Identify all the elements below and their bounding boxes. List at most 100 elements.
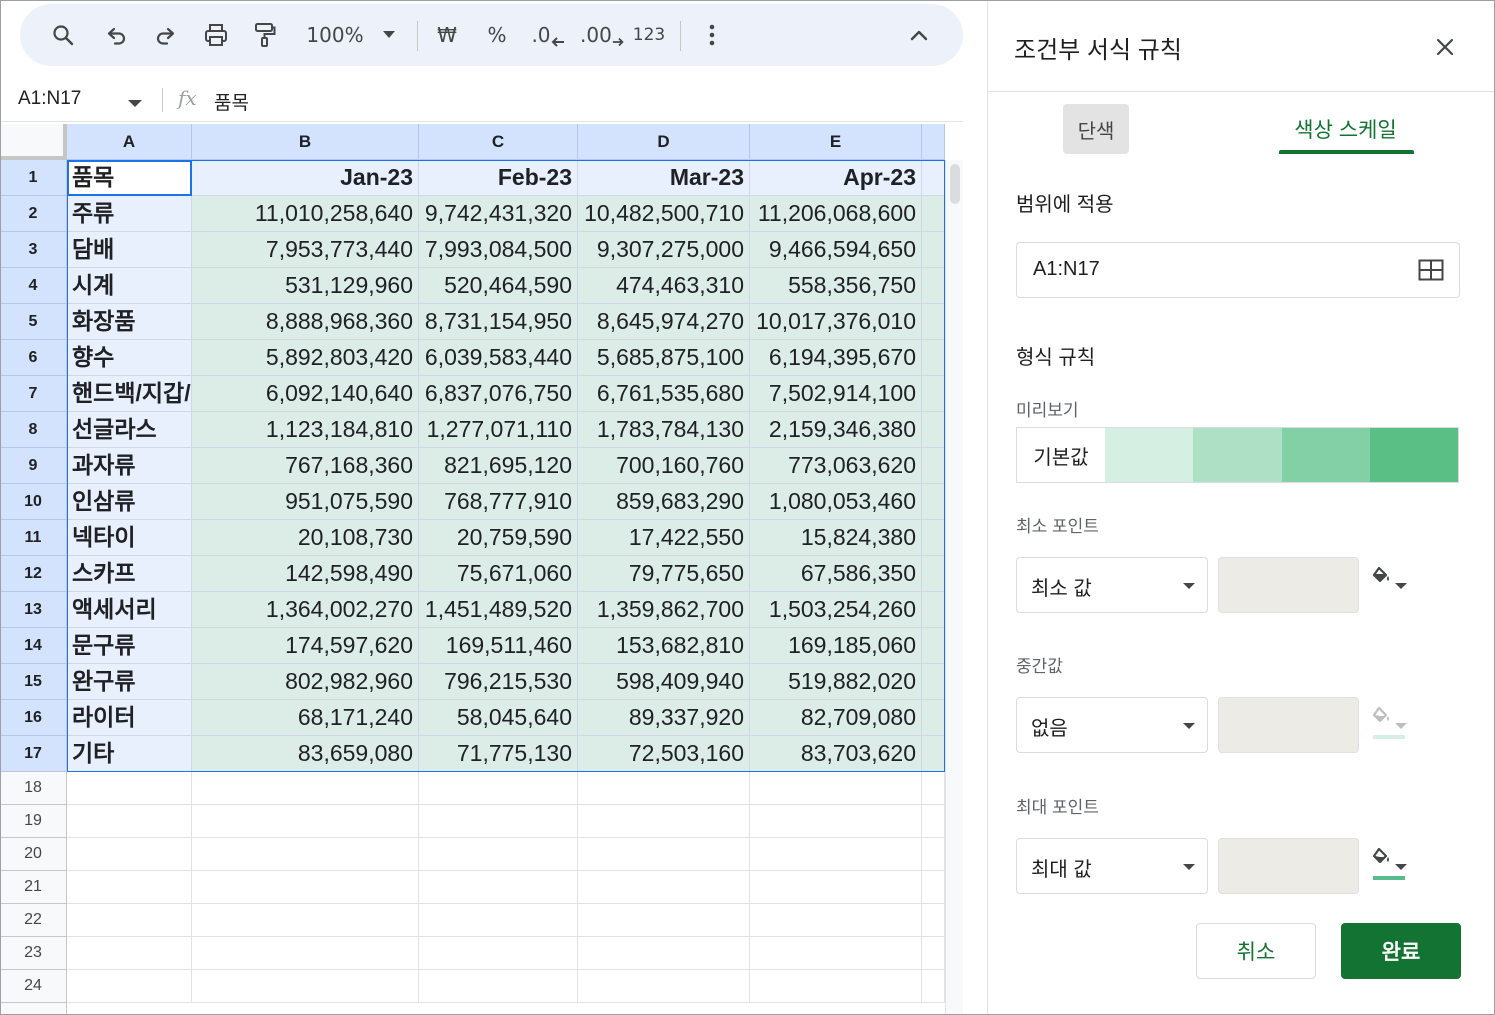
number-format-button[interactable]: 123 bbox=[632, 4, 666, 66]
empty-cell[interactable] bbox=[578, 772, 750, 805]
currency-format-button[interactable]: ₩ bbox=[432, 4, 462, 66]
partial-cell[interactable] bbox=[922, 700, 945, 736]
row-header[interactable]: 10 bbox=[0, 484, 67, 520]
empty-cell[interactable] bbox=[750, 772, 922, 805]
value-cell[interactable]: 71,775,130 bbox=[419, 736, 578, 772]
partial-cell[interactable] bbox=[922, 592, 945, 628]
value-cell[interactable]: 89,337,920 bbox=[578, 700, 750, 736]
partial-cell[interactable] bbox=[922, 304, 945, 340]
row-header[interactable]: 3 bbox=[0, 232, 67, 268]
empty-cell[interactable] bbox=[578, 871, 750, 904]
active-cell[interactable]: 품목 bbox=[67, 160, 192, 196]
empty-cell[interactable] bbox=[192, 871, 419, 904]
value-cell[interactable]: 20,759,590 bbox=[419, 520, 578, 556]
name-box[interactable]: A1:N17 bbox=[18, 88, 81, 110]
column-header-e[interactable]: E bbox=[750, 124, 922, 160]
row-header[interactable]: 12 bbox=[0, 556, 67, 592]
value-cell[interactable]: 796,215,530 bbox=[419, 664, 578, 700]
undo-icon[interactable] bbox=[100, 4, 134, 66]
empty-cell[interactable] bbox=[67, 838, 192, 871]
empty-cell[interactable] bbox=[578, 838, 750, 871]
value-cell[interactable]: 7,953,773,440 bbox=[192, 232, 419, 268]
row-header[interactable]: 17 bbox=[0, 736, 67, 772]
value-cell[interactable]: 8,731,154,950 bbox=[419, 304, 578, 340]
header-cell[interactable]: Mar-23 bbox=[578, 160, 750, 196]
item-name-cell[interactable]: 라이터 bbox=[67, 700, 192, 736]
item-name-cell[interactable]: 액세서리 bbox=[67, 592, 192, 628]
item-name-cell[interactable]: 담배 bbox=[67, 232, 192, 268]
empty-cell[interactable] bbox=[67, 904, 192, 937]
select-range-icon[interactable] bbox=[1418, 259, 1444, 286]
value-cell[interactable]: 768,777,910 bbox=[419, 484, 578, 520]
column-header-c[interactable]: C bbox=[419, 124, 578, 160]
value-cell[interactable]: 58,045,640 bbox=[419, 700, 578, 736]
value-cell[interactable]: 83,703,620 bbox=[750, 736, 922, 772]
partial-cell[interactable] bbox=[922, 556, 945, 592]
zoom-select[interactable]: 100% bbox=[300, 4, 370, 66]
value-cell[interactable]: 773,063,620 bbox=[750, 448, 922, 484]
value-cell[interactable]: 169,511,460 bbox=[419, 628, 578, 664]
empty-cell[interactable] bbox=[750, 904, 922, 937]
empty-cell[interactable] bbox=[922, 772, 945, 805]
item-name-cell[interactable]: 기타 bbox=[67, 736, 192, 772]
column-header-d[interactable]: D bbox=[578, 124, 750, 160]
row-header[interactable]: 7 bbox=[0, 376, 67, 412]
value-cell[interactable]: 82,709,080 bbox=[750, 700, 922, 736]
value-cell[interactable]: 6,092,140,640 bbox=[192, 376, 419, 412]
value-cell[interactable]: 72,503,160 bbox=[578, 736, 750, 772]
cancel-button[interactable]: 취소 bbox=[1196, 923, 1316, 979]
empty-cell[interactable] bbox=[750, 937, 922, 970]
value-cell[interactable]: 8,645,974,270 bbox=[578, 304, 750, 340]
print-icon[interactable] bbox=[198, 4, 234, 66]
close-icon[interactable] bbox=[1436, 38, 1454, 61]
empty-cell[interactable] bbox=[192, 838, 419, 871]
column-header-partial[interactable] bbox=[922, 124, 945, 160]
value-cell[interactable]: 17,422,550 bbox=[578, 520, 750, 556]
row-header[interactable]: 9 bbox=[0, 448, 67, 484]
empty-cell[interactable] bbox=[750, 871, 922, 904]
empty-cell[interactable] bbox=[750, 838, 922, 871]
empty-cell[interactable] bbox=[419, 805, 578, 838]
partial-cell[interactable] bbox=[922, 520, 945, 556]
row-header[interactable]: 19 bbox=[0, 805, 67, 838]
decrease-decimal-button[interactable]: .0 bbox=[528, 4, 568, 66]
row-header[interactable]: 8 bbox=[0, 412, 67, 448]
row-header[interactable]: 6 bbox=[0, 340, 67, 376]
empty-cell[interactable] bbox=[922, 805, 945, 838]
empty-cell[interactable] bbox=[922, 838, 945, 871]
value-cell[interactable]: 951,075,590 bbox=[192, 484, 419, 520]
row-header[interactable]: 23 bbox=[0, 937, 67, 970]
row-header[interactable]: 4 bbox=[0, 268, 67, 304]
item-name-cell[interactable]: 주류 bbox=[67, 196, 192, 232]
row-header[interactable]: 15 bbox=[0, 664, 67, 700]
scrollbar-thumb[interactable] bbox=[950, 164, 960, 204]
empty-cell[interactable] bbox=[750, 970, 922, 1003]
chevron-up-icon[interactable] bbox=[904, 4, 934, 66]
empty-cell[interactable] bbox=[419, 937, 578, 970]
empty-cell[interactable] bbox=[67, 871, 192, 904]
empty-cell[interactable] bbox=[419, 871, 578, 904]
chevron-down-icon[interactable] bbox=[378, 4, 400, 66]
formula-input[interactable]: 품목 bbox=[214, 88, 249, 115]
value-cell[interactable]: 68,171,240 bbox=[192, 700, 419, 736]
vertical-scrollbar[interactable] bbox=[945, 160, 963, 1015]
item-name-cell[interactable]: 화장품 bbox=[67, 304, 192, 340]
value-cell[interactable]: 1,503,254,260 bbox=[750, 592, 922, 628]
value-cell[interactable]: 8,888,968,360 bbox=[192, 304, 419, 340]
partial-cell[interactable] bbox=[922, 268, 945, 304]
value-cell[interactable]: 520,464,590 bbox=[419, 268, 578, 304]
empty-cell[interactable] bbox=[578, 805, 750, 838]
item-name-cell[interactable]: 스카프 bbox=[67, 556, 192, 592]
value-cell[interactable]: 821,695,120 bbox=[419, 448, 578, 484]
value-cell[interactable]: 79,775,650 bbox=[578, 556, 750, 592]
value-cell[interactable]: 767,168,360 bbox=[192, 448, 419, 484]
item-name-cell[interactable]: 선글라스 bbox=[67, 412, 192, 448]
partial-cell[interactable] bbox=[922, 484, 945, 520]
empty-cell[interactable] bbox=[922, 970, 945, 1003]
item-name-cell[interactable]: 완구류 bbox=[67, 664, 192, 700]
partial-cell[interactable] bbox=[922, 340, 945, 376]
item-name-cell[interactable]: 향수 bbox=[67, 340, 192, 376]
row-header[interactable]: 2 bbox=[0, 196, 67, 232]
value-cell[interactable]: 10,482,500,710 bbox=[578, 196, 750, 232]
row-header[interactable]: 18 bbox=[0, 772, 67, 805]
